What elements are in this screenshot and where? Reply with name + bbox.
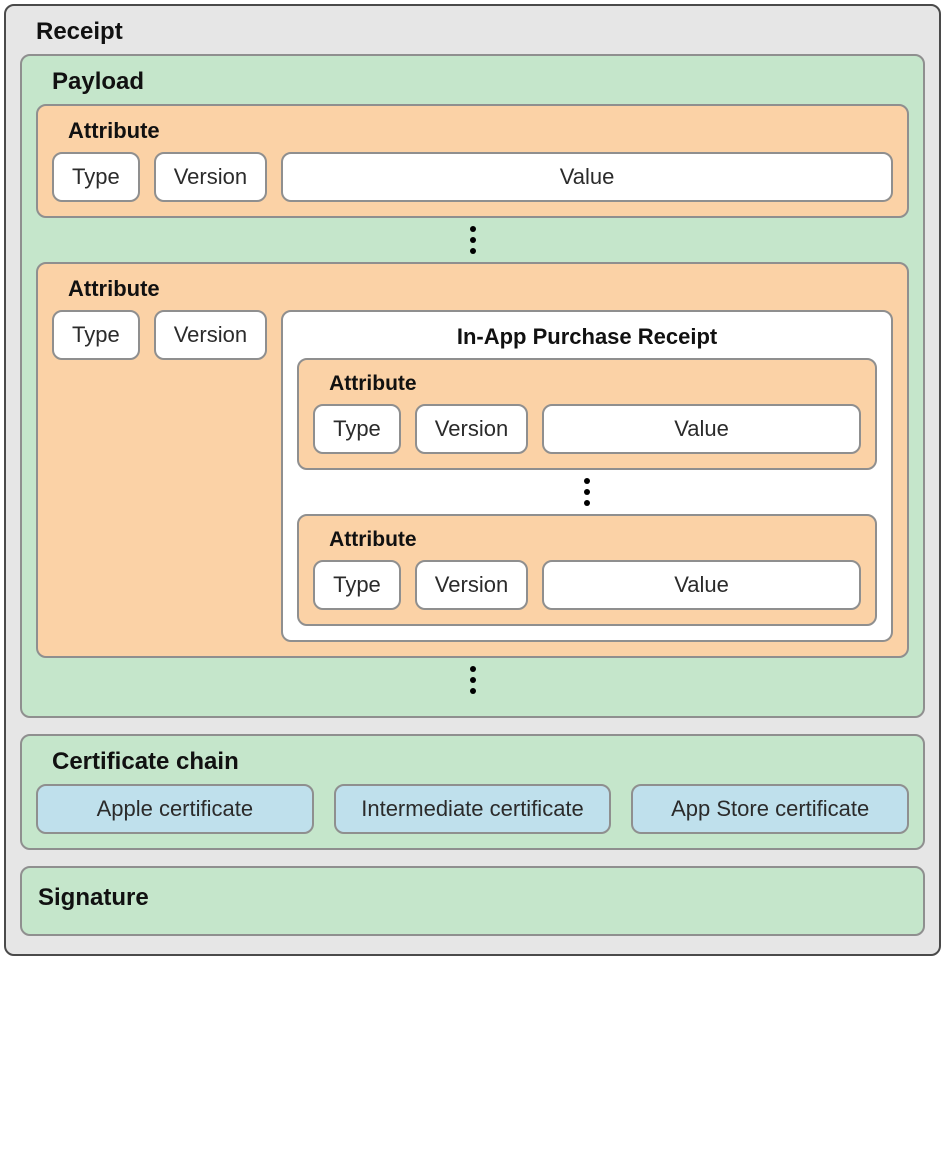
type-field: Type bbox=[52, 310, 140, 360]
certificate-item: Intermediate certificate bbox=[334, 784, 612, 834]
receipt-title: Receipt bbox=[20, 6, 925, 54]
version-field: Version bbox=[415, 404, 528, 454]
diagram-canvas: Receipt Payload Attribute Type Version V… bbox=[4, 4, 941, 956]
attribute-title: Attribute bbox=[313, 516, 861, 560]
signature-title: Signature bbox=[22, 872, 923, 920]
iap-receipt-title: In-App Purchase Receipt bbox=[297, 312, 877, 358]
attribute-block: Attribute Type Version In-App Purchase R… bbox=[36, 262, 909, 658]
cert-chain-title: Certificate chain bbox=[36, 736, 909, 784]
cert-chain-row: Apple certificate Intermediate certifica… bbox=[36, 784, 909, 834]
type-field: Type bbox=[52, 152, 140, 202]
attribute-row: Type Version In-App Purchase Receipt Att… bbox=[52, 310, 893, 642]
attribute-block: Attribute Type Version Value bbox=[297, 514, 877, 626]
attribute-row: Type Version Value bbox=[313, 560, 861, 610]
certificate-item: App Store certificate bbox=[631, 784, 909, 834]
version-field: Version bbox=[154, 310, 267, 360]
attribute-title: Attribute bbox=[52, 106, 893, 152]
attribute-row: Type Version Value bbox=[52, 152, 893, 202]
attribute-title: Attribute bbox=[313, 360, 861, 404]
ellipsis-icon bbox=[36, 658, 909, 702]
attribute-block: Attribute Type Version Value bbox=[36, 104, 909, 218]
iap-receipt-container: In-App Purchase Receipt Attribute Type V… bbox=[281, 310, 893, 642]
version-field: Version bbox=[154, 152, 267, 202]
signature-container: Signature bbox=[20, 866, 925, 936]
ellipsis-icon bbox=[297, 470, 877, 514]
receipt-container: Receipt Payload Attribute Type Version V… bbox=[4, 4, 941, 956]
value-field: Value bbox=[542, 404, 861, 454]
attribute-row: Type Version Value bbox=[313, 404, 861, 454]
certificate-item: Apple certificate bbox=[36, 784, 314, 834]
value-field: Value bbox=[542, 560, 861, 610]
payload-title: Payload bbox=[36, 56, 909, 104]
attribute-block: Attribute Type Version Value bbox=[297, 358, 877, 470]
value-field: Value bbox=[281, 152, 893, 202]
type-field: Type bbox=[313, 560, 401, 610]
ellipsis-icon bbox=[36, 218, 909, 262]
payload-container: Payload Attribute Type Version Value Att… bbox=[20, 54, 925, 718]
cert-chain-container: Certificate chain Apple certificate Inte… bbox=[20, 734, 925, 850]
type-field: Type bbox=[313, 404, 401, 454]
attribute-title: Attribute bbox=[52, 264, 893, 310]
version-field: Version bbox=[415, 560, 528, 610]
